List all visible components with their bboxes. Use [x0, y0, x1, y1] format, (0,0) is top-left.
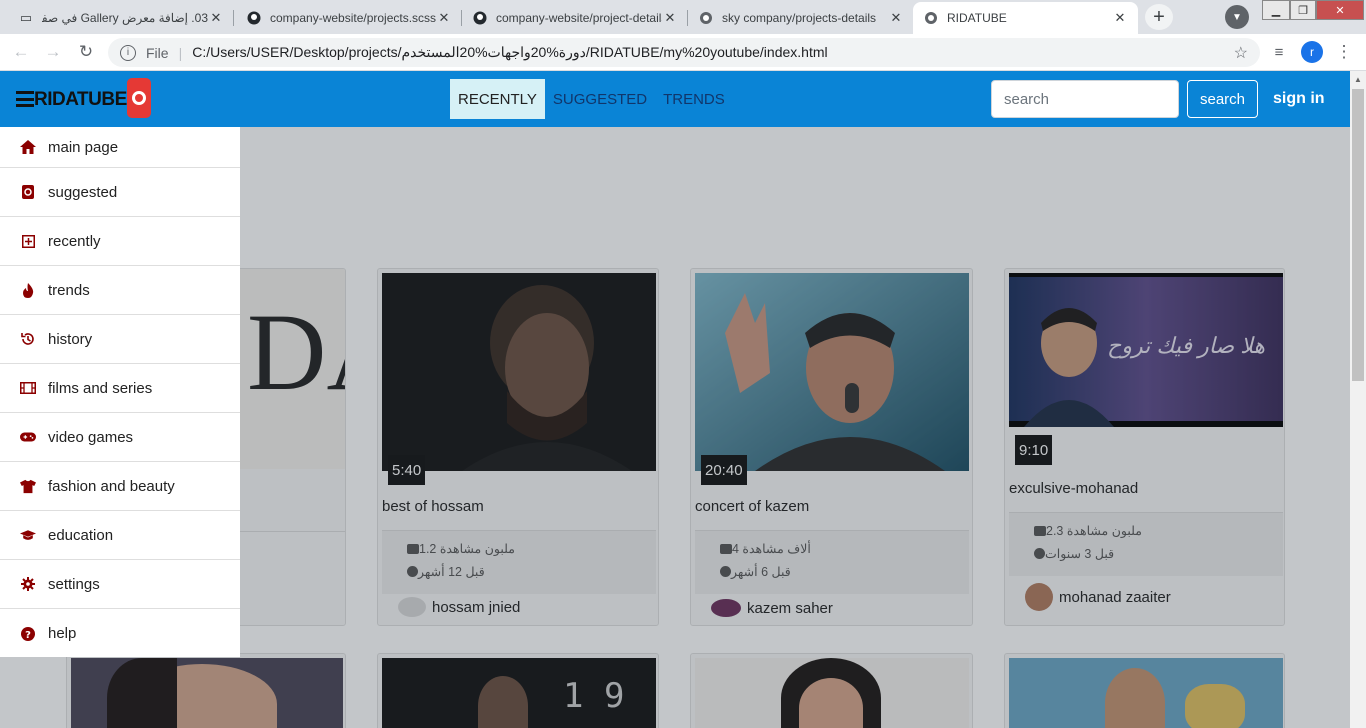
search-input[interactable]	[991, 80, 1179, 118]
sidebar-item-label: video games	[48, 428, 134, 446]
browser-tab[interactable]: sky company/projects-details ✕	[688, 2, 914, 34]
browser-tab-active[interactable]: RIDATUBE ✕	[913, 2, 1138, 34]
minimize-button[interactable]: ▁	[1262, 0, 1290, 20]
sidebar-item-fashion-and-beauty[interactable]: fashion and beauty	[0, 462, 240, 511]
close-tab-icon[interactable]: ✕	[436, 10, 452, 26]
globe-icon	[698, 10, 714, 26]
search-button[interactable]: search	[1187, 80, 1258, 118]
sidebar-item-history[interactable]: history	[0, 315, 240, 364]
tab-suggested[interactable]: SUGGESTED	[545, 79, 655, 119]
url-text[interactable]: C:/Users/USER/Desktop/projects/دورة%20وا…	[192, 44, 827, 61]
graduation-cap-icon	[20, 527, 36, 543]
scroll-up-icon[interactable]: ▲	[1350, 71, 1366, 87]
forward-icon[interactable]: →	[40, 40, 66, 64]
back-icon[interactable]: ←	[8, 40, 34, 64]
sidebar-item-recently[interactable]: recently	[0, 217, 240, 266]
github-icon	[246, 10, 262, 26]
menu-kebab-icon[interactable]: ⋮	[1331, 40, 1357, 64]
browser-toolbar: ← → ↻ i File | C:/Users/USER/Desktop/pro…	[0, 34, 1366, 71]
fire-icon	[20, 282, 36, 298]
site-navbar: RIDATUBE RECENTLY SUGGESTED TRENDS searc…	[0, 71, 1350, 127]
sidebar-item-label: fashion and beauty	[48, 477, 175, 495]
sidebar-item-help[interactable]: ? help	[0, 609, 240, 658]
tab-title: company-website/project-details	[496, 11, 662, 25]
home-icon	[20, 139, 36, 155]
tab-trends[interactable]: TRENDS	[655, 79, 733, 119]
sidebar-item-label: main page	[48, 138, 119, 156]
close-tab-icon[interactable]: ✕	[888, 10, 904, 26]
gallery-icon: ▭	[19, 10, 33, 25]
github-icon	[472, 10, 488, 26]
suggested-icon	[20, 184, 36, 200]
browser-tab[interactable]: company-website/project-details ✕	[462, 2, 688, 34]
separator: |	[178, 44, 183, 61]
close-tab-icon[interactable]: ✕	[1112, 10, 1128, 26]
nav-tabs: RECENTLY SUGGESTED TRENDS	[450, 79, 733, 119]
scheme-label: File	[146, 44, 169, 61]
sidebar-item-label: education	[48, 526, 114, 544]
window-close-button[interactable]: ✕	[1316, 0, 1364, 20]
bookmark-star-icon[interactable]: ☆	[1234, 43, 1248, 63]
sidebar-item-suggested[interactable]: suggested	[0, 168, 240, 217]
globe-icon	[923, 10, 939, 26]
sidebar-item-main-page[interactable]: main page	[0, 127, 240, 168]
sidebar-item-video-games[interactable]: video games	[0, 413, 240, 462]
sidebar-item-label: history	[48, 330, 93, 348]
reload-icon[interactable]: ↻	[73, 40, 99, 64]
hamburger-menu-icon[interactable]	[16, 91, 34, 107]
address-bar[interactable]: i File | C:/Users/USER/Desktop/projects/…	[108, 38, 1260, 67]
tab-recently[interactable]: RECENTLY	[450, 79, 545, 119]
film-icon	[20, 380, 36, 396]
sidebar-menu: main page suggested recently trends hist…	[0, 127, 240, 657]
media-control-icon[interactable]: ≡	[1266, 40, 1292, 64]
scrollbar-thumb[interactable]	[1352, 89, 1364, 381]
tab-search-icon[interactable]: ▼	[1225, 5, 1249, 29]
sidebar-item-films-and-series[interactable]: films and series	[0, 364, 240, 413]
history-icon	[20, 331, 36, 347]
close-tab-icon[interactable]: ✕	[208, 10, 224, 26]
svg-text:?: ?	[25, 630, 31, 641]
sidebar-item-trends[interactable]: trends	[0, 266, 240, 315]
browser-tabstrip: ▭ 03. إضافة معرض Gallery في صفحة ال ✕ co…	[0, 0, 1366, 34]
tshirt-icon	[20, 478, 36, 494]
maximize-button[interactable]: ❐	[1290, 0, 1316, 20]
sidebar-item-label: recently	[48, 232, 101, 250]
close-tab-icon[interactable]: ✕	[662, 10, 678, 26]
sidebar-item-label: films and series	[48, 379, 153, 397]
plus-square-icon	[20, 233, 36, 249]
tab-title: sky company/projects-details	[722, 11, 877, 25]
gear-icon	[20, 576, 36, 592]
tab-title: RIDATUBE	[947, 11, 1007, 25]
brand-logo-icon[interactable]	[127, 78, 151, 118]
sidebar-item-label: suggested	[48, 183, 118, 201]
question-circle-icon: ?	[20, 626, 36, 642]
brand-name[interactable]: RIDATUBE	[34, 89, 127, 111]
sidebar-item-label: help	[48, 625, 77, 642]
profile-avatar[interactable]: r	[1301, 41, 1323, 63]
tab-title: 03. إضافة معرض Gallery في صفحة ال	[42, 11, 208, 25]
info-icon[interactable]: i	[120, 44, 136, 61]
sidebar-item-label: settings	[48, 575, 100, 593]
browser-tab[interactable]: ▭ 03. إضافة معرض Gallery في صفحة ال ✕	[8, 2, 234, 34]
page-viewport: DA 5:40 best of hossam ملبون مشاهدة 1.2 …	[0, 71, 1350, 728]
tab-title: company-website/projects.scss	[270, 11, 436, 25]
page-scrollbar[interactable]: ▲	[1350, 71, 1366, 728]
gamepad-icon	[20, 429, 36, 445]
sidebar-item-education[interactable]: education	[0, 511, 240, 560]
sign-in-link[interactable]: sign in	[1273, 90, 1325, 108]
new-tab-button[interactable]: +	[1145, 4, 1173, 30]
sidebar-item-label: trends	[48, 281, 90, 299]
sidebar-item-settings[interactable]: settings	[0, 560, 240, 609]
browser-tab[interactable]: company-website/projects.scss ✕	[236, 2, 462, 34]
